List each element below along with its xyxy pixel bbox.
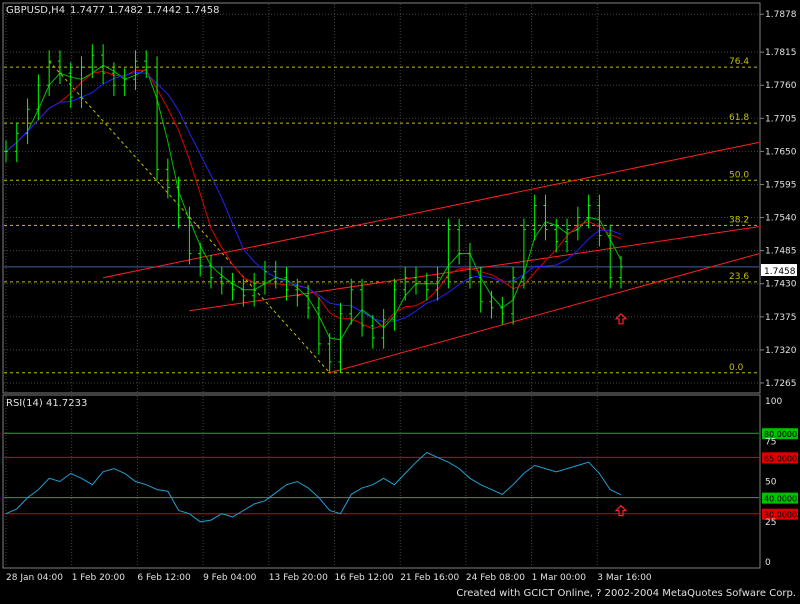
x-tick-label: 24 Feb 08:00 <box>466 573 525 583</box>
rsi-level-label: 65.0000 <box>764 454 797 463</box>
last-price-label: 1.7458 <box>764 267 796 277</box>
price-tick-label: 1.7705 <box>765 114 797 124</box>
rsi-tick-label: 75 <box>765 437 776 447</box>
price-tick-label: 1.7540 <box>765 214 797 224</box>
fib-level-label: 0.0 <box>729 363 744 373</box>
rsi-title: RSI(14) 41.7233 <box>6 398 87 409</box>
x-tick-label: 1 Mar 00:00 <box>532 573 587 583</box>
x-tick-label: 13 Feb 20:00 <box>269 573 328 583</box>
x-tick-label: 3 Mar 16:00 <box>597 573 652 583</box>
x-tick-label: 9 Feb 04:00 <box>203 573 257 583</box>
ohlc-values: 1.7477 1.7482 1.7442 1.7458 <box>70 5 220 16</box>
rsi-tick-label: 25 <box>765 518 776 528</box>
price-tick-label: 1.7878 <box>765 10 797 20</box>
fib-level-label: 23.6 <box>729 272 749 282</box>
x-tick-label: 1 Feb 20:00 <box>72 573 126 583</box>
x-tick-label: 16 Feb 12:00 <box>335 573 394 583</box>
price-tick-label: 1.7650 <box>765 147 797 157</box>
x-tick-label: 28 Jan 04:00 <box>6 573 63 583</box>
price-tick-label: 1.7375 <box>765 313 797 323</box>
price-tick-label: 1.7430 <box>765 280 797 290</box>
price-tick-label: 1.7760 <box>765 81 797 91</box>
x-tick-label: 21 Feb 16:00 <box>400 573 459 583</box>
rsi-tick-label: 50 <box>765 478 777 488</box>
chart-canvas: 76.4 61.8 50.0 38.2 23.6 0.0 1.7878 1.7815 1.77… <box>0 0 800 600</box>
x-tick-label: 6 Feb 12:00 <box>137 573 191 583</box>
price-tick-label: 1.7485 <box>765 247 797 257</box>
chart-title: GBPUSD,H4 <box>6 5 65 16</box>
fib-level-label: 61.8 <box>729 113 749 123</box>
price-tick-label: 1.7815 <box>765 48 797 58</box>
fib-level-label: 76.4 <box>729 57 749 67</box>
rsi-level-label: 40.0000 <box>764 495 797 504</box>
price-tick-label: 1.7265 <box>765 379 797 389</box>
price-tick-label: 1.7320 <box>765 346 797 356</box>
rsi-tick-label: 100 <box>765 397 782 407</box>
fib-level-label: 38.2 <box>729 215 749 225</box>
footer-credit: Created with GCICT Online, ? 2002-2004 M… <box>456 588 796 599</box>
chart-window: 76.4 61.8 50.0 38.2 23.6 0.0 1.7878 1.7815 1.77… <box>0 0 800 600</box>
fib-level-label: 50.0 <box>729 170 749 180</box>
rsi-tick-label: 0 <box>765 558 771 568</box>
price-tick-label: 1.7595 <box>765 180 797 190</box>
